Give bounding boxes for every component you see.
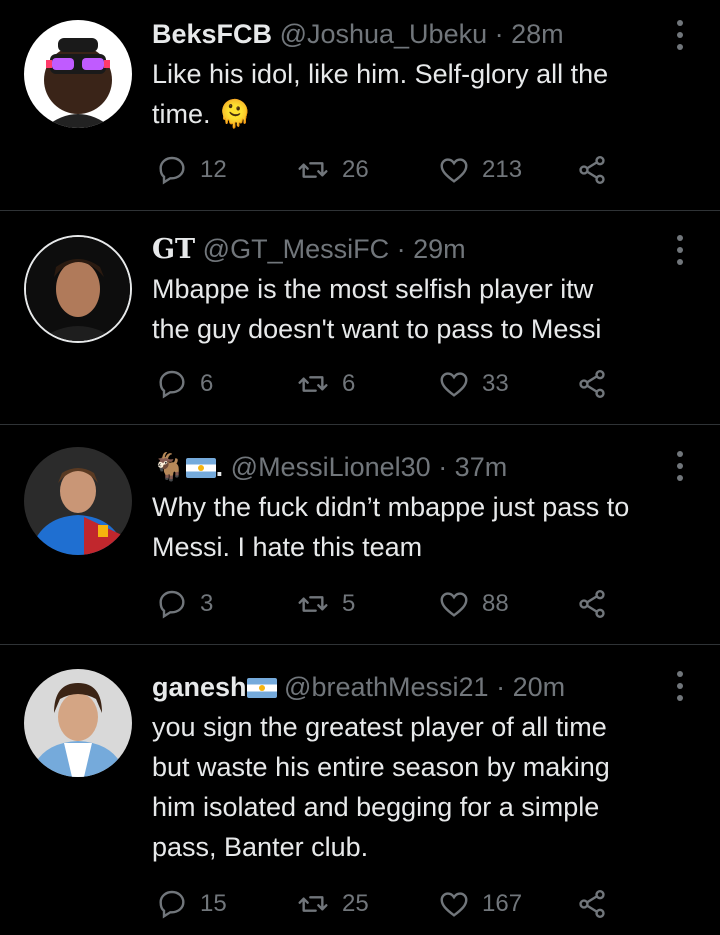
timeline: BeksFCB @Joshua_Ubeku · 28m Like his ido…: [0, 0, 720, 935]
argentina-flag-icon: [185, 458, 216, 478]
tweet-text: Like his idol, like him. Self-glory all …: [152, 54, 700, 134]
reply-icon: [156, 368, 188, 400]
share-icon: [576, 588, 608, 620]
tweet-line: you sign the greatest player of all time: [152, 712, 607, 742]
like-button[interactable]: 33: [438, 366, 509, 402]
retweet-icon: [296, 888, 330, 920]
like-icon: [438, 154, 470, 186]
tweet-header: GT @GT_MessiFC · 29m: [152, 229, 660, 270]
timestamp[interactable]: · 28m: [495, 19, 564, 49]
avatar[interactable]: [24, 20, 132, 128]
retweet-button[interactable]: 26: [296, 152, 369, 188]
tweet-header: 🐐. @MessiLionel30 · 37m: [152, 447, 660, 487]
tweet-line: pass, Banter club.: [152, 832, 369, 862]
retweet-button[interactable]: 5: [296, 586, 355, 622]
like-button[interactable]: 167: [438, 886, 522, 922]
retweet-icon: [296, 154, 330, 186]
retweet-count: 26: [342, 156, 369, 183]
tweet-line: time. 🫠: [152, 99, 252, 129]
tweet-line: but waste his entire season by making: [152, 752, 610, 782]
reply-count: 3: [200, 590, 214, 617]
tweet-line: Why the fuck didn’t mbappe just pass to: [152, 492, 630, 522]
more-icon[interactable]: [670, 20, 690, 50]
timestamp[interactable]: · 20m: [496, 672, 565, 702]
display-name[interactable]: GT: [152, 234, 195, 265]
reply-count: 12: [200, 156, 227, 183]
reply-button[interactable]: 3: [156, 586, 213, 622]
reply-icon: [156, 154, 188, 186]
share-icon: [576, 154, 608, 186]
display-name[interactable]: BeksFCB: [152, 19, 272, 49]
share-button[interactable]: [576, 886, 608, 922]
retweet-icon: [296, 368, 330, 400]
display-name[interactable]: ganesh: [152, 672, 247, 702]
tweet-text: Mbappe is the most selfish player itw th…: [152, 269, 700, 349]
avatar[interactable]: [24, 447, 132, 555]
retweet-button[interactable]: 6: [296, 366, 355, 402]
tweet-line: Mbappe is the most selfish player itw: [152, 274, 594, 304]
timestamp[interactable]: · 37m: [438, 452, 507, 482]
action-bar: 6 6 33: [156, 366, 680, 402]
like-count: 167: [482, 890, 523, 917]
more-icon[interactable]: [670, 671, 690, 701]
avatar[interactable]: [24, 669, 132, 777]
like-icon: [438, 888, 470, 920]
tweet-header: ganesh @breathMessi21 · 20m: [152, 667, 660, 707]
reply-button[interactable]: 12: [156, 152, 227, 188]
avatar[interactable]: [24, 235, 132, 343]
reply-count: 6: [200, 370, 214, 397]
display-name-suffix: .: [215, 452, 224, 482]
reply-button[interactable]: 15: [156, 886, 227, 922]
like-icon: [438, 368, 470, 400]
share-icon: [576, 368, 608, 400]
share-button[interactable]: [576, 366, 608, 402]
tweet[interactable]: BeksFCB @Joshua_Ubeku · 28m Like his ido…: [0, 0, 720, 211]
like-icon: [438, 588, 470, 620]
reply-icon: [156, 888, 188, 920]
action-bar: 15 25 167: [156, 886, 680, 922]
retweet-icon: [296, 588, 330, 620]
retweet-count: 6: [342, 370, 356, 397]
tweet[interactable]: ganesh @breathMessi21 · 20m you sign the…: [0, 645, 720, 935]
share-button[interactable]: [576, 152, 608, 188]
tweet-line: Like his idol, like him. Self-glory all …: [152, 59, 609, 89]
handle[interactable]: @Joshua_Ubeku: [280, 19, 488, 49]
like-button[interactable]: 213: [438, 152, 522, 188]
display-name[interactable]: 🐐: [152, 452, 186, 482]
like-button[interactable]: 88: [438, 586, 509, 622]
tweet[interactable]: 🐐. @MessiLionel30 · 37m Why the fuck did…: [0, 425, 720, 645]
tweet[interactable]: GT @GT_MessiFC · 29m Mbappe is the most …: [0, 211, 720, 425]
argentina-flag-icon: [246, 678, 277, 698]
tweet-text: Why the fuck didn’t mbappe just pass to …: [152, 487, 700, 567]
action-bar: 3 5 88: [156, 586, 680, 622]
retweet-button[interactable]: 25: [296, 886, 369, 922]
action-bar: 12 26 213: [156, 152, 680, 188]
retweet-count: 5: [342, 590, 356, 617]
reply-count: 15: [200, 890, 227, 917]
share-icon: [576, 888, 608, 920]
handle[interactable]: @breathMessi21: [284, 672, 489, 702]
handle[interactable]: @MessiLionel30: [231, 452, 431, 482]
more-icon[interactable]: [670, 451, 690, 481]
reply-button[interactable]: 6: [156, 366, 213, 402]
timestamp[interactable]: · 29m: [397, 234, 466, 264]
share-button[interactable]: [576, 586, 608, 622]
tweet-line: the guy doesn't want to pass to Messi: [152, 314, 602, 344]
retweet-count: 25: [342, 890, 369, 917]
tweet-header: BeksFCB @Joshua_Ubeku · 28m: [152, 14, 660, 54]
reply-icon: [156, 588, 188, 620]
tweet-line: him isolated and begging for a simple: [152, 792, 600, 822]
handle[interactable]: @GT_MessiFC: [203, 234, 389, 264]
more-icon[interactable]: [670, 235, 690, 265]
tweet-text: you sign the greatest player of all time…: [152, 707, 700, 867]
like-count: 33: [482, 370, 509, 397]
like-count: 213: [482, 156, 523, 183]
like-count: 88: [482, 590, 509, 617]
tweet-line: Messi. I hate this team: [152, 532, 423, 562]
